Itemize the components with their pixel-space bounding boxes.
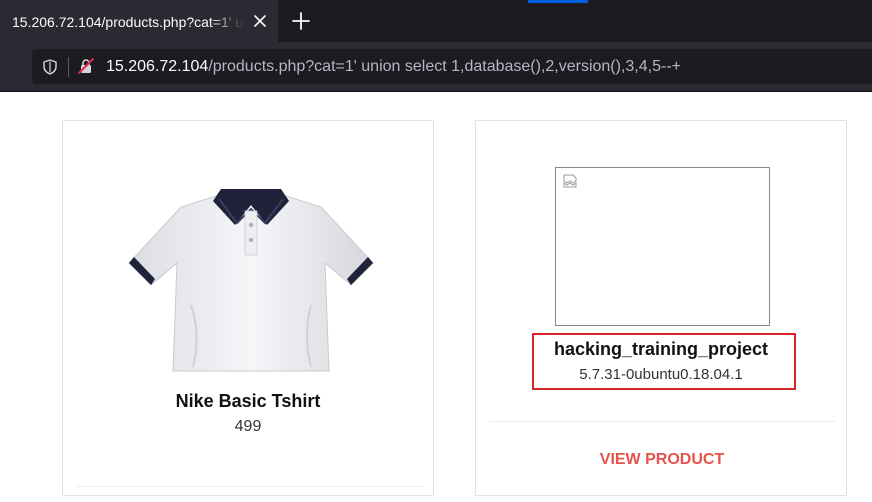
tab-strip: 15.206.72.104/products.php?cat=1' union … xyxy=(0,0,872,42)
close-icon[interactable] xyxy=(250,11,270,31)
url-host: 15.206.72.104 xyxy=(106,58,209,75)
broken-image-icon xyxy=(563,174,577,188)
view-product-button[interactable]: VIEW PRODUCT xyxy=(476,451,848,469)
url-path: /products.php?cat=1' union select 1,data… xyxy=(208,58,681,75)
url-text[interactable]: 15.206.72.104/products.php?cat=1' union … xyxy=(106,57,681,77)
url-bar[interactable]: 15.206.72.104/products.php?cat=1' union … xyxy=(32,49,872,84)
broken-product-image[interactable] xyxy=(555,167,770,326)
product-price: 5.7.31-0ubuntu0.18.04.1 xyxy=(579,366,743,383)
card-divider xyxy=(77,486,423,487)
active-tab[interactable]: 15.206.72.104/products.php?cat=1' union … xyxy=(0,0,278,42)
product-price: 499 xyxy=(234,418,262,435)
product-card[interactable]: hacking_training_project 5.7.31-0ubuntu0… xyxy=(475,120,847,496)
tab-title: 15.206.72.104/products.php?cat=1' union … xyxy=(12,14,244,30)
product-card[interactable]: Nike Basic Tshirt 499 xyxy=(62,120,434,496)
product-image-tshirt[interactable] xyxy=(121,185,381,381)
insecure-lock-icon[interactable] xyxy=(77,57,95,75)
card-divider xyxy=(489,421,835,422)
product-name[interactable]: Nike Basic Tshirt xyxy=(63,391,433,412)
tracking-protection-shield-icon[interactable] xyxy=(41,58,59,76)
product-name[interactable]: hacking_training_project xyxy=(476,339,846,360)
url-bar-separator xyxy=(68,57,69,77)
new-tab-plus-icon[interactable] xyxy=(289,9,313,33)
toolbar-accent xyxy=(528,0,588,3)
navigation-toolbar: 15.206.72.104/products.php?cat=1' union … xyxy=(0,42,872,92)
